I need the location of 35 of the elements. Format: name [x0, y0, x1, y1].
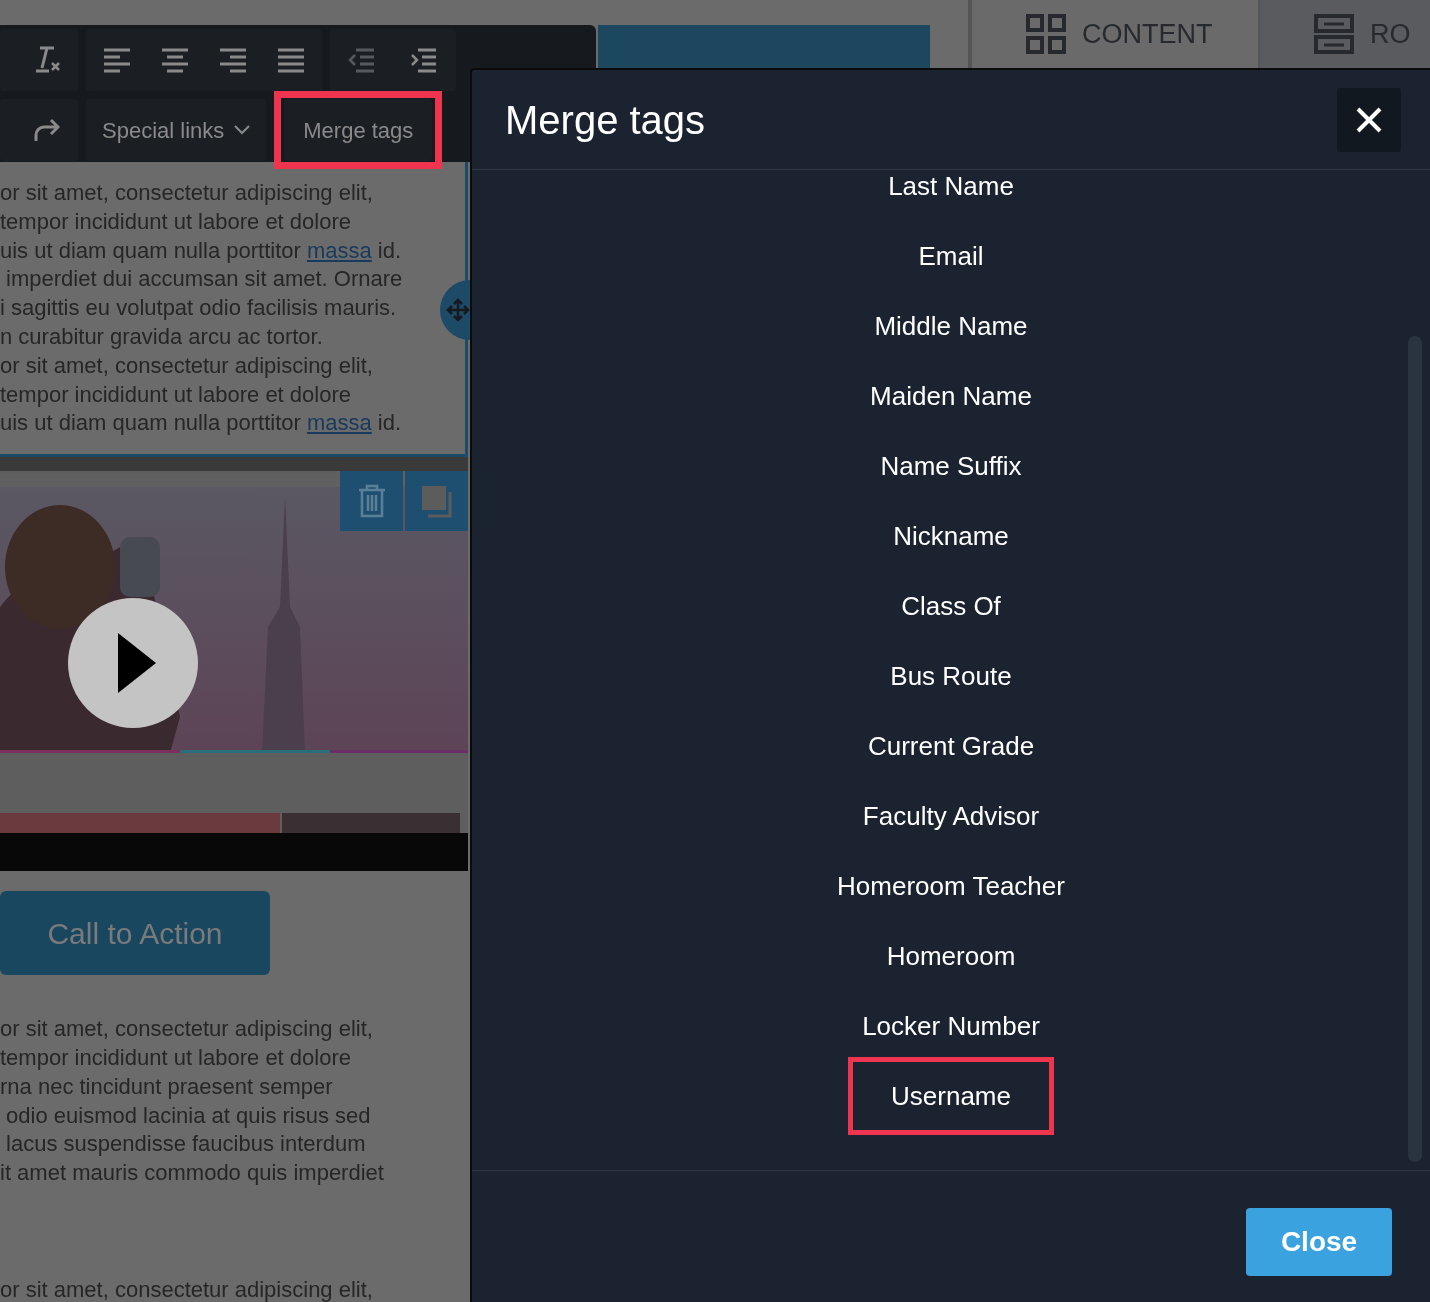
merge-tags-button[interactable]: Merge tags — [274, 91, 443, 169]
caret-icon — [234, 125, 251, 135]
text-line: imperdiet dui accumsan sit amet. Ornare — [5, 265, 403, 294]
text-line: or sit amet, consectetur adipiscing elit, — [0, 351, 373, 380]
text-line: it amet mauris commodo quis imperdiet — [0, 1159, 384, 1188]
play-button[interactable] — [68, 598, 198, 729]
align-center-icon — [162, 47, 188, 73]
rows-icon — [1314, 14, 1354, 54]
text-line: or sit amet, consectetur adipiscing elit, — [0, 1275, 373, 1302]
text-line: rna nec tincidunt praesent semper — [0, 1072, 333, 1101]
close-icon — [1356, 106, 1382, 133]
text-line: uis ut diam quam nulla porttitor massa id. — [0, 236, 402, 265]
close-button[interactable] — [1337, 87, 1401, 152]
text-line: i sagittis eu volutpat odio facilisis mauris. — [0, 294, 397, 323]
text-line: lacus suspendisse faucibus interdum — [5, 1130, 366, 1159]
align-right-icon — [220, 47, 246, 73]
text-line: odio euismod lacinia at quis risus sed — [5, 1101, 371, 1130]
text-line: uis ut diam quam nulla porttitor massa id. — [0, 409, 402, 438]
grid-icon — [1026, 14, 1066, 54]
justify-icon — [278, 47, 304, 73]
merge-tag-item[interactable]: Username — [848, 1057, 1054, 1135]
modal-title: Merge tags — [505, 96, 706, 144]
copy-icon — [419, 484, 454, 519]
text-line: or sit amet, consectetur adipiscing elit, — [0, 1015, 373, 1044]
text-line: tempor incididunt ut labore et dolore — [0, 380, 351, 409]
trash-icon — [356, 484, 387, 519]
indent-icon — [410, 47, 438, 73]
text-line: tempor incididunt ut labore et dolore — [0, 1043, 351, 1072]
text-line: n curabitur gravida arcu ac tortor. — [0, 323, 323, 351]
text-line: tempor incididunt ut labore et dolore — [0, 207, 351, 236]
align-left-icon — [104, 47, 130, 73]
outdent-icon — [348, 47, 376, 73]
text-line: or sit amet, consectetur adipiscing elit, — [0, 179, 373, 207]
move-icon — [446, 298, 470, 322]
redo-icon — [32, 117, 60, 143]
